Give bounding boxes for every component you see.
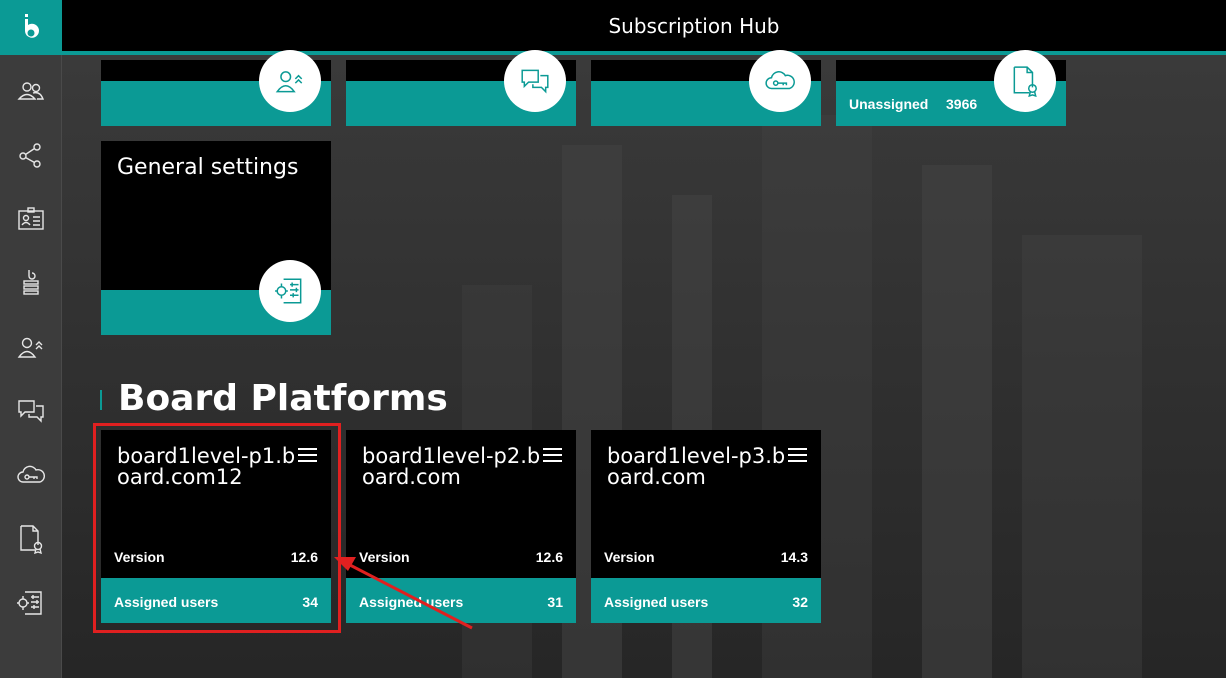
section-title: Board Platforms [118, 378, 448, 419]
share-network-icon [19, 143, 41, 168]
top-header: Subscription Hub [62, 0, 1226, 55]
sidebar-item-profiles[interactable] [13, 201, 49, 237]
user-upgrade-icon [275, 71, 303, 93]
sidebar-item-users[interactable] [13, 74, 49, 110]
platform-version-row: Version 14.3 [604, 549, 808, 565]
user-upgrade-icon [17, 337, 43, 358]
settings-panel-icon [275, 278, 302, 304]
board-logo[interactable] [0, 0, 62, 55]
cloud-key-icon [765, 71, 795, 90]
tile-license[interactable]: Unassigned 3966 [836, 50, 1066, 126]
chat-icon [18, 400, 44, 423]
assigned-users-label: Assigned users [604, 594, 709, 610]
sidebar-item-license[interactable] [13, 521, 49, 557]
license-certificate-icon [1013, 66, 1037, 97]
section-accent-bar [100, 390, 102, 410]
platform-name: board1level-p3.board.com [607, 444, 786, 489]
tile-user-upgrade[interactable] [101, 50, 331, 126]
platform-card[interactable]: board1level-p2.board.com Version 12.6 As… [346, 430, 576, 623]
cloud-key-icon [17, 465, 46, 483]
sidebar-item-network[interactable] [13, 137, 49, 173]
version-value: 14.3 [780, 549, 808, 565]
version-label: Version [604, 549, 655, 565]
sidebar-item-board[interactable] [13, 265, 49, 301]
annotation-highlight-box [93, 423, 341, 633]
sidebar [0, 0, 62, 678]
users-icon [17, 82, 45, 100]
id-card-icon [18, 207, 44, 230]
platform-card[interactable]: board1level-p3.board.com Version 14.3 As… [591, 430, 821, 623]
tile-chat[interactable] [346, 50, 576, 126]
version-value: 12.6 [535, 549, 563, 565]
assigned-users-count: 31 [547, 594, 563, 610]
chat-icon [521, 69, 549, 94]
general-settings-title: General settings [117, 155, 299, 180]
tile-icon-circle [994, 50, 1056, 112]
settings-panel-icon [17, 591, 42, 615]
hamburger-menu-icon[interactable] [788, 448, 807, 462]
sidebar-item-user-upgrade[interactable] [13, 329, 49, 365]
tile-cloud[interactable] [591, 50, 821, 126]
tile-icon-circle [259, 50, 321, 112]
page-title: Subscription Hub [608, 13, 780, 38]
board-logo-icon [25, 13, 39, 38]
platform-users-row: Assigned users 32 [604, 594, 808, 610]
version-label: Version [359, 549, 410, 565]
tile-icon-circle [259, 260, 321, 322]
platform-name: board1level-p2.board.com [362, 444, 541, 489]
platform-version-row: Version 12.6 [359, 549, 563, 565]
tile-general-settings[interactable]: General settings [101, 141, 331, 335]
board-server-icon [23, 270, 39, 295]
sidebar-item-cloud[interactable] [13, 457, 49, 493]
tile-icon-circle [749, 50, 811, 112]
assigned-users-label: Assigned users [359, 594, 464, 610]
sidebar-item-settings[interactable] [13, 585, 49, 621]
tile-icon-circle [504, 50, 566, 112]
sidebar-item-chat[interactable] [13, 393, 49, 429]
assigned-users-count: 32 [792, 594, 808, 610]
hamburger-menu-icon[interactable] [543, 448, 562, 462]
platform-users-row: Assigned users 31 [359, 594, 563, 610]
unassigned-count: 3966 [946, 96, 978, 112]
license-certificate-icon [20, 525, 43, 554]
unassigned-label: Unassigned [849, 96, 929, 112]
